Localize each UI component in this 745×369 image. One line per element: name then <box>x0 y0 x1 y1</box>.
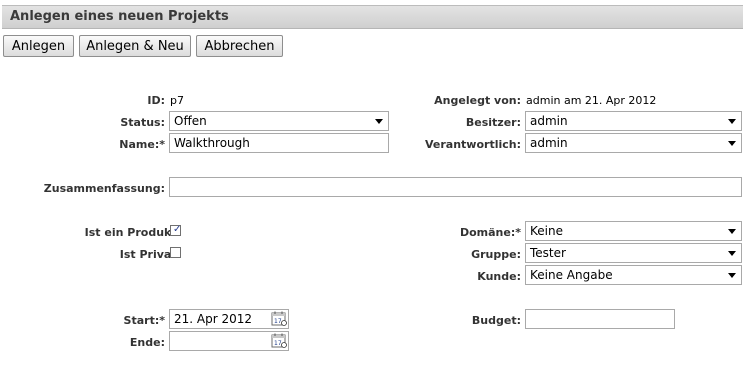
status-select[interactable]: Offen <box>169 111 389 131</box>
created-by-label: Angelegt von: <box>434 94 521 107</box>
create-and-new-button[interactable]: Anlegen & Neu <box>79 35 191 57</box>
page-title: Anlegen eines neuen Projekts <box>10 9 229 24</box>
domain-label: Domäne:* <box>459 226 521 239</box>
calendar-icon[interactable]: 17 <box>271 333 287 348</box>
chevron-down-icon <box>375 119 383 124</box>
chevron-down-icon <box>728 273 736 278</box>
id-label: ID: <box>147 94 165 107</box>
domain-select[interactable]: Keine <box>525 221 742 241</box>
is-product-checkbox[interactable]: ✓ <box>170 224 182 236</box>
start-label: Start:* <box>123 314 165 327</box>
status-select-value: Offen <box>174 114 207 128</box>
summary-input[interactable] <box>169 177 742 197</box>
responsible-select-value: admin <box>530 136 568 150</box>
customer-label: Kunde: <box>477 270 521 283</box>
create-button[interactable]: Anlegen <box>3 35 74 57</box>
group-label: Gruppe: <box>471 248 521 261</box>
chevron-down-icon <box>728 251 736 256</box>
id-value: p7 <box>170 94 184 107</box>
calendar-icon[interactable]: 17 <box>271 311 287 326</box>
is-private-checkbox[interactable] <box>170 247 181 258</box>
budget-label: Budget: <box>471 314 521 327</box>
end-label: Ende: <box>129 336 165 349</box>
chevron-down-icon <box>728 141 736 146</box>
page-header: Anlegen eines neuen Projekts <box>2 5 743 29</box>
name-input[interactable] <box>169 133 389 153</box>
responsible-label: Verantwortlich: <box>424 138 521 151</box>
chevron-down-icon <box>728 119 736 124</box>
is-product-label: Ist ein Produkt: <box>84 226 181 239</box>
chevron-down-icon <box>728 229 736 234</box>
status-label: Status: <box>120 116 165 129</box>
customer-select[interactable]: Keine Angabe <box>525 265 742 285</box>
created-by-value: admin am 21. Apr 2012 <box>526 94 657 107</box>
budget-input[interactable] <box>525 309 675 329</box>
check-icon: ✓ <box>173 224 182 235</box>
customer-select-value: Keine Angabe <box>530 268 613 282</box>
owner-select[interactable]: admin <box>525 111 742 131</box>
domain-select-value: Keine <box>530 224 563 238</box>
svg-text:17: 17 <box>274 340 282 347</box>
cancel-button[interactable]: Abbrechen <box>196 35 283 57</box>
owner-label: Besitzer: <box>465 116 521 129</box>
summary-label: Zusammenfassung: <box>43 182 165 195</box>
name-label: Name:* <box>119 138 165 151</box>
svg-text:17: 17 <box>274 318 282 325</box>
responsible-select[interactable]: admin <box>525 133 742 153</box>
group-select-value: Tester <box>530 246 566 260</box>
group-select[interactable]: Tester <box>525 243 742 263</box>
owner-select-value: admin <box>530 114 568 128</box>
